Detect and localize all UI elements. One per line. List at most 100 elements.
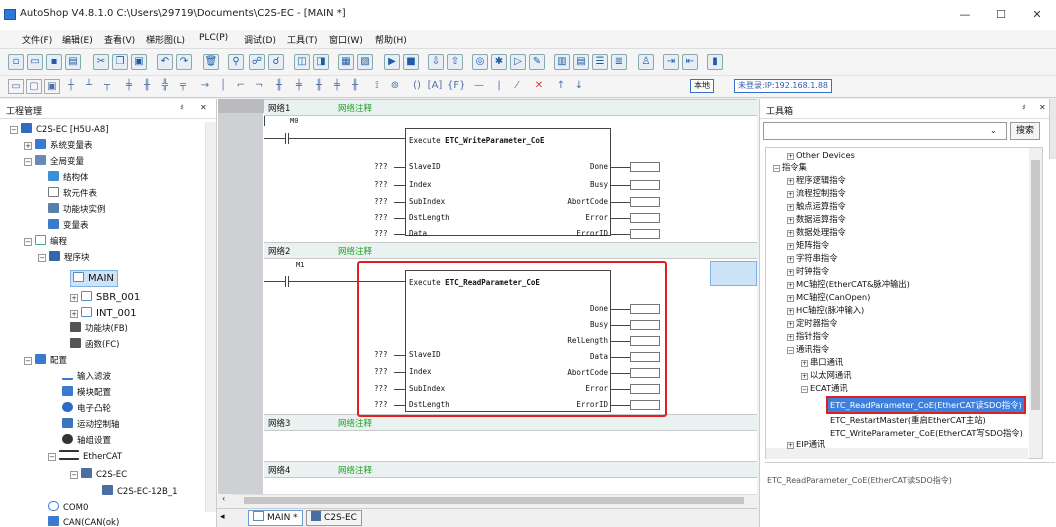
- insert-icon[interactable]: ⇥: [663, 54, 679, 70]
- input-value[interactable]: ???: [374, 162, 388, 171]
- tb-eip[interactable]: + EIP通讯: [787, 438, 825, 450]
- tree-item-ethercat[interactable]: − EtherCAT: [48, 450, 122, 465]
- tree-item-sbr[interactable]: + SBR_001: [70, 290, 140, 305]
- toolbox-search-button[interactable]: 搜索: [1010, 122, 1040, 140]
- table-icon[interactable]: ▥: [554, 54, 570, 70]
- output-field[interactable]: [630, 162, 660, 172]
- tab-main[interactable]: MAIN *: [248, 510, 303, 526]
- tb-contact-ops[interactable]: + 触点运算指令: [787, 200, 846, 212]
- online-icon[interactable]: ◎: [472, 54, 488, 70]
- up-arrow-icon[interactable]: ↑: [553, 79, 569, 94]
- close-button[interactable]: ✕: [1022, 6, 1052, 24]
- tree-item-struct[interactable]: 结构体: [48, 171, 89, 186]
- output-field[interactable]: [630, 213, 660, 223]
- tb-communication[interactable]: − 通讯指令: [787, 343, 829, 355]
- tree-item-c2s-ec-12b[interactable]: C2S-EC-12B_1: [102, 485, 177, 500]
- tb-mc-ethercat[interactable]: + MC轴控(EtherCAT&脉冲输出): [787, 278, 910, 290]
- input-value[interactable]: ???: [374, 180, 388, 189]
- tree-item-program-blocks[interactable]: − 程序块: [38, 251, 90, 266]
- tb-pointer[interactable]: + 指针指令: [787, 330, 829, 342]
- network-comment[interactable]: 网络注释: [338, 417, 372, 429]
- toolbox-search-input[interactable]: [763, 122, 1007, 140]
- list-detail-icon[interactable]: ≣: [611, 54, 627, 70]
- tb-string[interactable]: + 字符串指令: [787, 252, 838, 264]
- tb-matrix[interactable]: + 矩阵指令: [787, 239, 829, 251]
- window-tile-icon[interactable]: ◨: [313, 54, 329, 70]
- negate-icon[interactable]: ⁄: [509, 79, 525, 94]
- network-comment[interactable]: 网络注释: [338, 245, 372, 257]
- tb-data-processing[interactable]: + 数据处理指令: [787, 226, 846, 238]
- tree-item-cam[interactable]: 电子凸轮: [62, 402, 111, 417]
- tree-item-fb[interactable]: 功能块(FB): [70, 322, 128, 337]
- no-contact-icon[interactable]: ┼: [63, 79, 79, 94]
- toolbox-scroll-thumb[interactable]: [1031, 160, 1040, 410]
- list-icon[interactable]: ☰: [592, 54, 608, 70]
- panel-close-icon[interactable]: ✕: [200, 103, 207, 112]
- tree-item-project[interactable]: − C2S-EC [H5U-A8]: [10, 123, 109, 138]
- variable-table-icon[interactable]: ▤: [573, 54, 589, 70]
- tree-item-c2s-ec[interactable]: − C2S-EC: [70, 468, 127, 483]
- tree-item-programming[interactable]: − 编程: [24, 235, 67, 250]
- tb-write-parameter[interactable]: ETC_WriteParameter_CoE(EtherCAT写SDO指令): [830, 427, 1023, 439]
- no-contact[interactable]: [285, 133, 289, 144]
- no-contact[interactable]: [285, 276, 289, 287]
- tree-item-var-table[interactable]: 变量表: [48, 219, 89, 234]
- restore-button[interactable]: ☐: [986, 6, 1016, 24]
- print-icon[interactable]: ▤: [65, 54, 81, 70]
- tree-item-axis-group[interactable]: 轴组设置: [62, 434, 111, 449]
- chevron-down-icon[interactable]: ⌄: [990, 126, 997, 135]
- tb-serial[interactable]: + 串口通讯: [801, 356, 843, 368]
- contact-fall-icon[interactable]: ╪: [329, 79, 345, 94]
- function-block-icon[interactable]: [A]: [427, 79, 443, 94]
- tb-flow-control[interactable]: + 流程控制指令: [787, 187, 846, 199]
- menu-edit[interactable]: 编辑(E): [62, 33, 93, 46]
- vline-icon[interactable]: │: [215, 79, 231, 94]
- tb-mc-canopen[interactable]: + MC轴控(CanOpen): [787, 291, 870, 303]
- menu-plc[interactable]: PLC(P): [199, 33, 228, 43]
- jump-icon[interactable]: ⌐: [233, 79, 249, 94]
- hline-draw-icon[interactable]: —: [471, 79, 487, 94]
- pin-icon[interactable]: ♯: [180, 103, 184, 112]
- user-icon[interactable]: ♙: [638, 54, 654, 70]
- tb-clock[interactable]: + 时钟指令: [787, 265, 829, 277]
- tb-ethernet[interactable]: + 以太网通讯: [801, 369, 852, 381]
- network-config-icon[interactable]: ☌: [268, 54, 284, 70]
- return-icon[interactable]: ¬: [251, 79, 267, 94]
- save-icon[interactable]: ▪: [46, 54, 62, 70]
- contact-no-icon[interactable]: ╫: [271, 79, 287, 94]
- tb-timer[interactable]: + 定时器指令: [787, 317, 838, 329]
- tb-hc-axis[interactable]: + HC轴控(脉冲输入): [787, 304, 864, 316]
- output-field[interactable]: [630, 180, 660, 190]
- tb-read-parameter[interactable]: ETC_ReadParameter_CoE(EtherCAT读SDO指令): [826, 396, 1026, 414]
- down-contact-icon[interactable]: ┴: [81, 79, 97, 94]
- ladder-mode-icon[interactable]: ▭: [8, 79, 24, 94]
- run-icon[interactable]: ▶: [384, 54, 400, 70]
- tree-item-can[interactable]: CAN(CAN(ok): [48, 516, 119, 527]
- redo-icon[interactable]: ↷: [176, 54, 192, 70]
- up-contact-icon[interactable]: ┬: [99, 79, 115, 94]
- minimize-button[interactable]: —: [950, 6, 980, 24]
- side-dock-tab[interactable]: [1049, 99, 1056, 159]
- contact-nc-icon[interactable]: ╪: [291, 79, 307, 94]
- tree-item-device-table[interactable]: 软元件表: [48, 187, 97, 202]
- find-icon[interactable]: ⚲: [228, 54, 244, 70]
- tree-item-int[interactable]: + INT_001: [70, 306, 137, 321]
- scroll-thumb[interactable]: [244, 497, 744, 504]
- menu-help[interactable]: 帮助(H): [375, 33, 407, 46]
- login-status[interactable]: 未登录:IP:192.168.1.88: [734, 79, 833, 93]
- cut-icon[interactable]: ✂: [93, 54, 109, 70]
- new-file-icon[interactable]: ▫: [8, 54, 24, 70]
- tree-item-fb-instance[interactable]: 功能块实例: [48, 203, 106, 218]
- contact-rise-icon[interactable]: ╫: [311, 79, 327, 94]
- down-arrow-icon[interactable]: ↓: [571, 79, 587, 94]
- scroll-left-icon[interactable]: ‹: [222, 494, 232, 506]
- tree-item-com0[interactable]: COM0: [48, 501, 88, 516]
- tb-other-devices[interactable]: + Other Devices: [787, 149, 855, 161]
- tab-scroll-left-icon[interactable]: ◂: [220, 512, 232, 524]
- tb-instruction-set[interactable]: − 指令集: [773, 161, 807, 173]
- delete-icon[interactable]: 🗑: [203, 54, 219, 70]
- download-icon[interactable]: ⇩: [428, 54, 444, 70]
- compile-icon[interactable]: ▧: [357, 54, 373, 70]
- tree-item-main[interactable]: MAIN: [70, 270, 118, 287]
- delete-row-icon[interactable]: ⇤: [682, 54, 698, 70]
